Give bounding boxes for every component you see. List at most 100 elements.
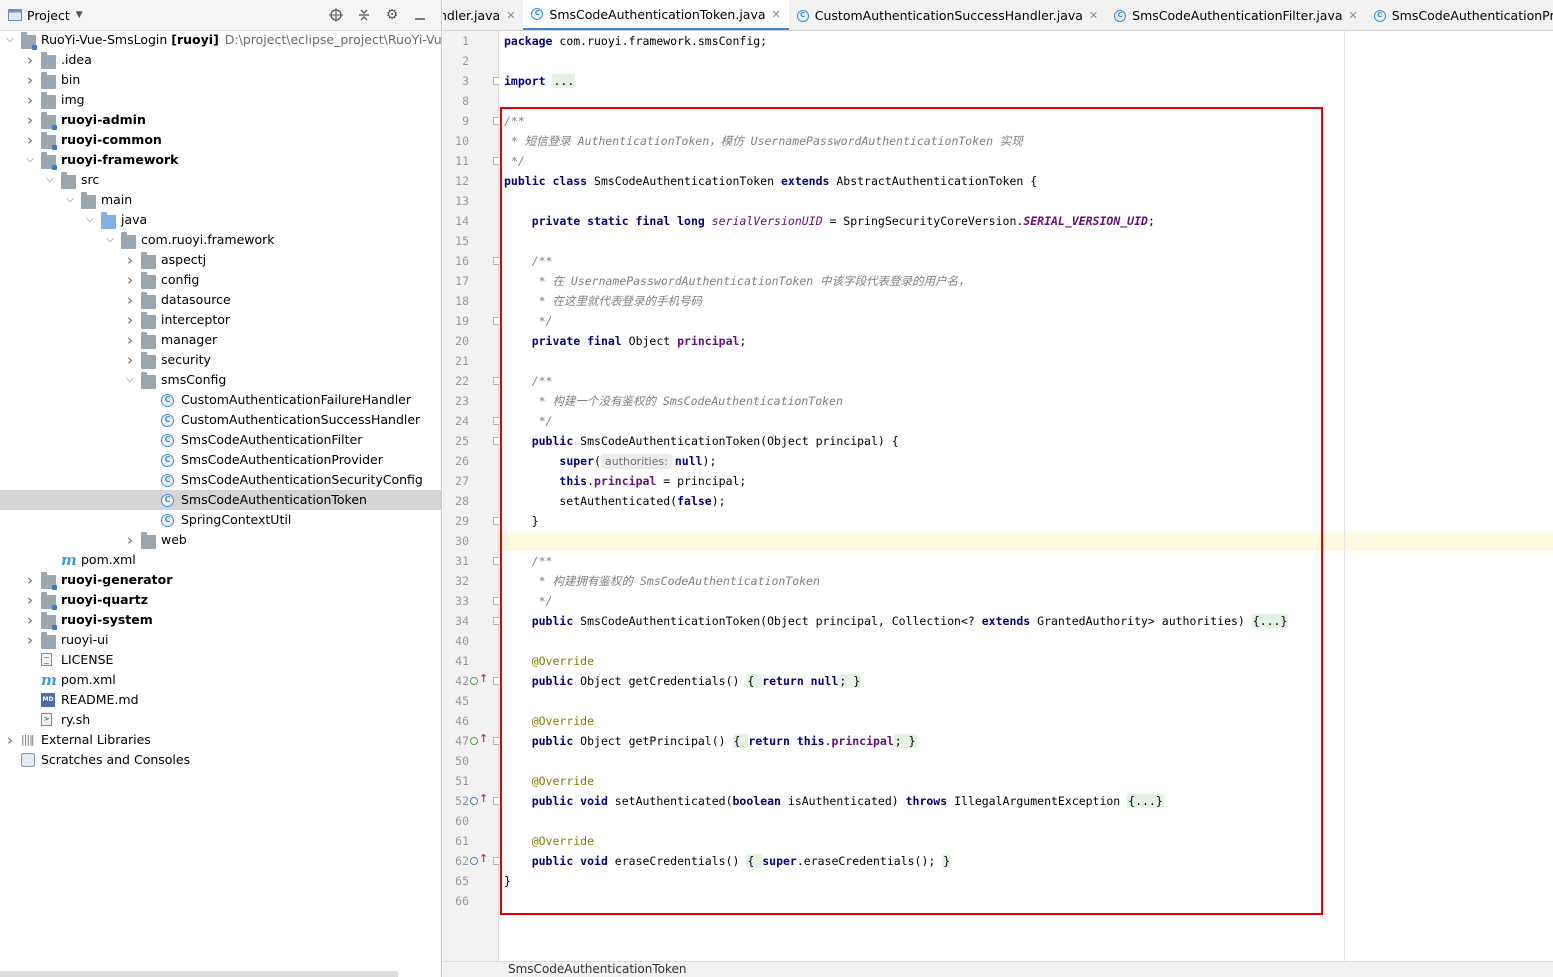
editor-tab[interactable]: C CustomAuthenticationSuccessHandler.java… [789,0,1106,30]
folded-code-region[interactable]: ... [552,74,576,88]
tree-item[interactable]: ⌵ src [0,170,441,190]
code-line[interactable]: /** [504,251,553,271]
code-line[interactable]: } [504,871,511,891]
tree-item[interactable]: › aspectj [0,250,441,270]
folded-code-region[interactable]: {...} [1127,794,1164,808]
tree-item[interactable]: › interceptor [0,310,441,330]
tree-item[interactable]: › datasource [0,290,441,310]
chevron-right-icon[interactable]: › [124,530,136,550]
tree-item[interactable]: LICENSE [0,650,441,670]
chevron-down-icon[interactable]: ⌵ [104,230,116,250]
code-line[interactable]: */ [504,411,553,431]
folded-code-region[interactable]: } [942,854,952,868]
code-line[interactable]: this.principal = principal; [504,471,746,491]
tree-item[interactable]: › .idea [0,50,441,70]
breadcrumb-item[interactable]: SmsCodeAuthenticationToken [508,962,687,976]
project-tree[interactable]: ⌵ RuoYi-Vue-SmsLogin [ruoyi] D:\project\ec… [0,30,441,770]
project-panel-header[interactable]: Project ▼ ⚙ [0,0,441,31]
tree-item[interactable]: ⌵ RuoYi-Vue-SmsLogin [ruoyi] D:\project\ec… [0,30,441,50]
hide-icon[interactable] [411,6,429,24]
horizontal-scrollbar[interactable] [0,971,398,977]
gear-icon[interactable]: ⚙ [383,6,401,24]
code-line[interactable]: public Object getCredentials() { return … [504,671,862,691]
code-line[interactable]: package com.ruoyi.framework.smsConfig; [504,31,767,51]
tree-item[interactable]: m pom.xml [0,670,441,690]
tree-item[interactable]: C SmsCodeAuthenticationSecurityConfig [0,470,441,490]
code-line[interactable]: public void eraseCredentials() { super.e… [504,851,952,871]
folded-code-region[interactable]: ; } [838,674,862,688]
code-line[interactable]: } [504,511,539,531]
tree-item[interactable]: ⌵ ruoyi-framework [0,150,441,170]
code-line[interactable]: private final Object principal; [504,331,747,351]
code-line[interactable]: private static final long serialVersionU… [504,211,1155,231]
chevron-down-icon[interactable]: ⌵ [44,170,56,190]
code-line[interactable] [499,531,1553,551]
implement-method-icon[interactable] [470,737,478,745]
project-panel-title[interactable]: Project [27,8,70,23]
editor-tab[interactable]: ndler.java ✕ [443,0,523,30]
code-line[interactable]: @Override [504,711,594,731]
folded-code-region[interactable]: { [746,674,763,688]
arrow-up-icon[interactable]: ↑ [479,852,488,865]
code-line[interactable]: public void setAuthenticated(boolean isA… [504,791,1164,811]
close-icon[interactable]: ✕ [1089,9,1098,22]
chevron-right-icon[interactable]: › [24,570,36,590]
tree-item[interactable]: › ruoyi-ui [0,630,441,650]
tree-item[interactable]: C CustomAuthenticationSuccessHandler [0,410,441,430]
code-line[interactable]: * 构建拥有鉴权的 SmsCodeAuthenticationToken [504,571,820,591]
arrow-up-icon[interactable]: ↑ [479,732,488,745]
tree-item[interactable]: › img [0,90,441,110]
folded-code-region[interactable]: {...} [1251,614,1289,628]
collapse-icon[interactable] [355,6,373,24]
code-line[interactable]: super(authorities: null); [504,451,716,471]
folded-code-region[interactable]: { [746,854,763,868]
chevron-right-icon[interactable]: › [124,330,136,350]
code-line[interactable]: * 短信登录 AuthenticationToken，模仿 UsernamePa… [504,131,1023,151]
tree-item[interactable]: ⌵ smsConfig [0,370,441,390]
chevron-right-icon[interactable]: › [24,110,36,130]
chevron-right-icon[interactable]: › [24,70,36,90]
locate-icon[interactable] [327,6,345,24]
code-line[interactable]: * 在 UsernamePasswordAuthenticationToken … [504,271,970,291]
chevron-right-icon[interactable]: › [124,250,136,270]
tree-item[interactable]: C SmsCodeAuthenticationToken [0,490,441,510]
tree-item[interactable]: C CustomAuthenticationFailureHandler [0,390,441,410]
tree-item[interactable]: C SmsCodeAuthenticationFilter [0,430,441,450]
implement-method-icon[interactable] [470,677,478,685]
folded-code-region[interactable]: { [732,734,749,748]
close-icon[interactable]: ✕ [772,8,781,21]
code-line[interactable]: */ [504,591,553,611]
close-icon[interactable]: ✕ [1349,9,1358,22]
chevron-down-icon[interactable]: ⌵ [64,190,76,210]
editor-tab[interactable]: C SmsCodeAuthenticationToken.java ✕ [523,0,789,30]
tree-item[interactable]: › ruoyi-system [0,610,441,630]
code-editor[interactable]: package com.ruoyi.framework.smsConfig; im… [499,31,1553,961]
tree-item[interactable]: › ruoyi-common [0,130,441,150]
tree-item[interactable]: › bin [0,70,441,90]
tree-item[interactable]: › |||‖ External Libraries [0,730,441,750]
code-line[interactable]: * 构建一个没有鉴权的 SmsCodeAuthenticationToken [504,391,843,411]
code-line[interactable]: public class SmsCodeAuthenticationToken … [504,171,1037,191]
folded-code-region[interactable]: ; } [893,734,917,748]
arrow-up-icon[interactable]: ↑ [479,672,488,685]
code-line[interactable]: */ [504,311,553,331]
chevron-down-icon[interactable]: ▼ [76,10,83,20]
code-line[interactable]: setAuthenticated(false); [504,491,725,511]
tree-item[interactable]: > ry.sh [0,710,441,730]
code-line[interactable]: /** [504,111,525,131]
chevron-down-icon[interactable]: ⌵ [84,210,96,230]
code-line[interactable]: public SmsCodeAuthenticationToken(Object… [504,611,1289,631]
tree-item[interactable]: › security [0,350,441,370]
chevron-right-icon[interactable]: › [24,630,36,650]
tree-item[interactable]: › ruoyi-quartz [0,590,441,610]
tree-item[interactable]: ⌵ com.ruoyi.framework [0,230,441,250]
chevron-right-icon[interactable]: › [24,130,36,150]
code-line[interactable]: import ... [504,71,576,91]
tree-item[interactable]: ⌵ java [0,210,441,230]
chevron-right-icon[interactable]: › [4,730,16,750]
chevron-right-icon[interactable]: › [124,290,136,310]
code-line[interactable]: * 在这里就代表登录的手机号码 [504,291,702,311]
arrow-up-icon[interactable]: ↑ [479,792,488,805]
chevron-down-icon[interactable]: ⌵ [124,370,136,390]
code-line[interactable]: @Override [504,831,594,851]
